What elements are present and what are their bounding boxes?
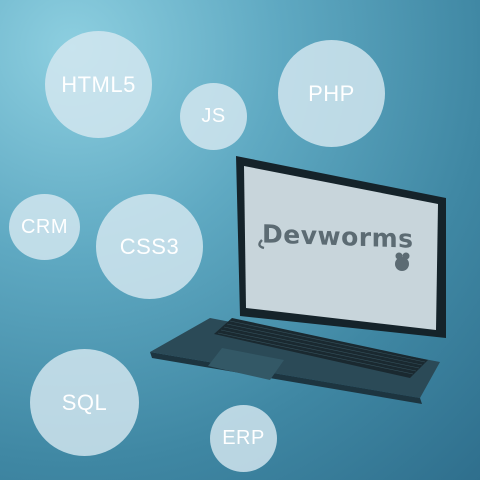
devworms-logo-text: Devworms [262, 219, 414, 254]
